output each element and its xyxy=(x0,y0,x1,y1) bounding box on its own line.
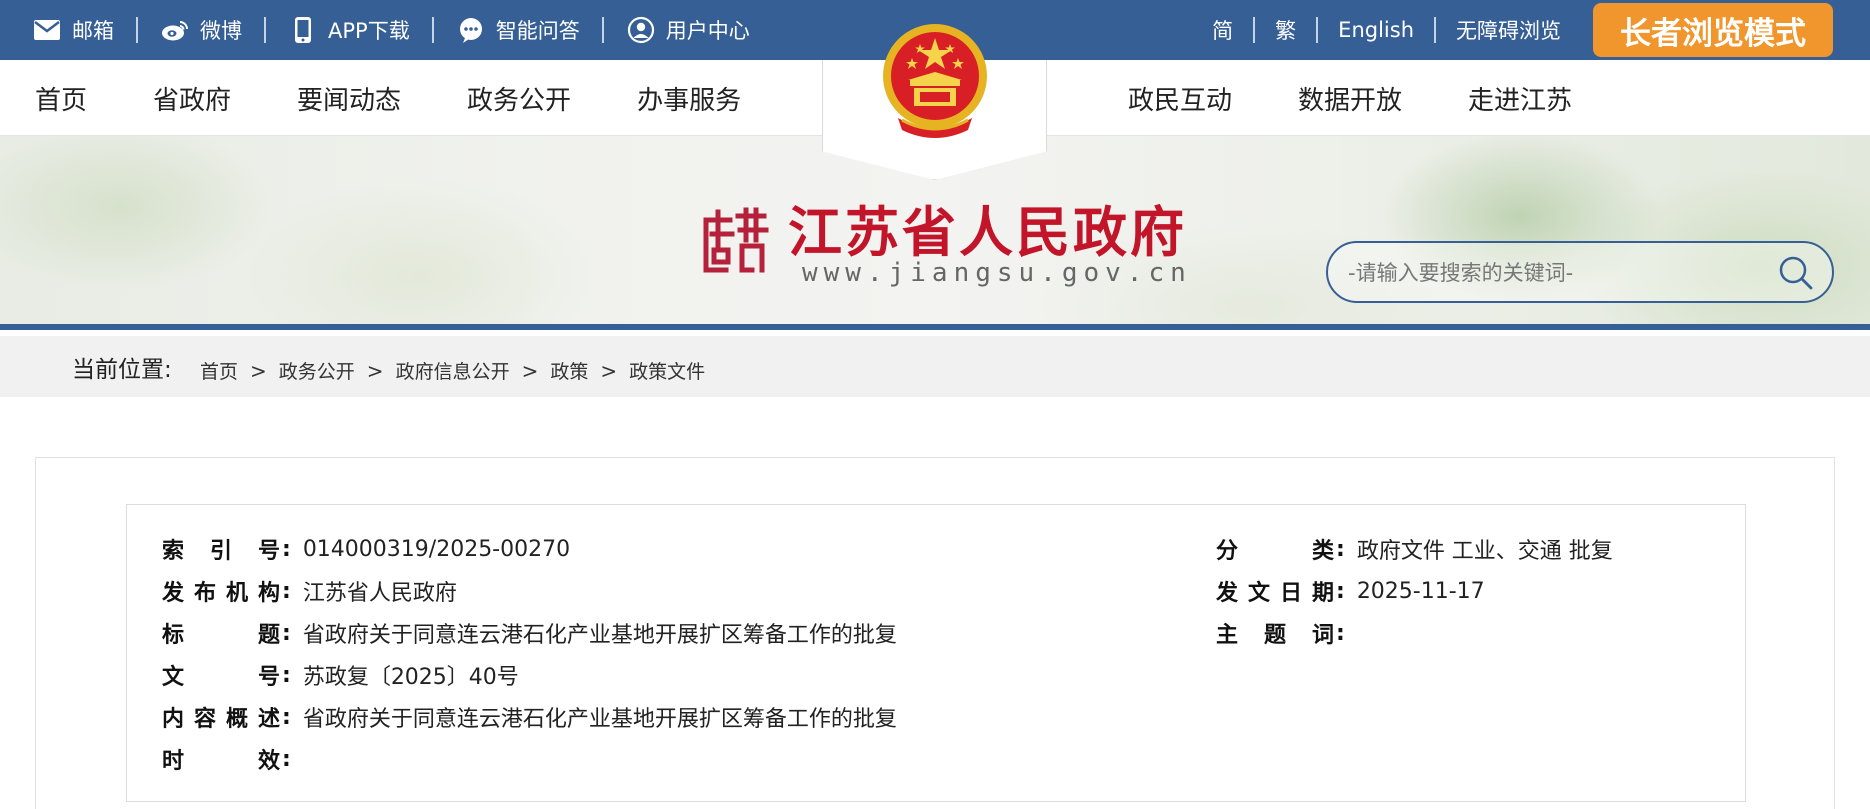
breadcrumb-separator: > xyxy=(250,358,267,383)
app-download-link[interactable]: APP下载 xyxy=(266,15,432,45)
colon: : xyxy=(282,704,291,730)
nav-item-home[interactable]: 首页 xyxy=(35,80,87,117)
keywords-label: 主题词 xyxy=(1216,623,1334,648)
user-icon xyxy=(626,15,656,45)
colon: : xyxy=(282,662,291,688)
divider xyxy=(264,17,266,43)
validity-label: 时效 xyxy=(162,749,280,774)
nav-item-about-jiangsu[interactable]: 走进江苏 xyxy=(1468,80,1572,117)
weibo-link-label: 微博 xyxy=(200,19,242,43)
divider xyxy=(136,17,138,43)
mail-link-label: 邮箱 xyxy=(72,19,114,43)
elder-mode-button[interactable]: 长者浏览模式 xyxy=(1593,3,1833,57)
colon: : xyxy=(282,746,291,772)
info-row-title: 标题: 省政府关于同意连云港石化产业基地开展扩区筹备工作的批复 xyxy=(162,617,897,649)
user-center-link[interactable]: 用户中心 xyxy=(604,15,772,45)
site-title: 江苏省人民政府 xyxy=(788,200,1187,264)
colon: : xyxy=(1336,578,1345,604)
issue-date-label: 发文日期 xyxy=(1216,581,1334,606)
mail-link[interactable]: 邮箱 xyxy=(32,15,136,45)
simplified-chinese-link[interactable]: 简 xyxy=(1192,15,1253,45)
nav-item-interaction[interactable]: 政民互动 xyxy=(1128,80,1232,117)
top-bar-right-links: 简 繁 English 无障碍浏览 长者浏览模式 xyxy=(1192,0,1870,60)
info-row-category: 分类: 政府文件 工业、交通 批复 xyxy=(1216,533,1613,565)
category-label: 分类 xyxy=(1216,539,1334,564)
nav-item-services[interactable]: 办事服务 xyxy=(637,80,741,117)
colon: : xyxy=(282,578,291,604)
jiangsu-seal-logo-icon xyxy=(700,206,770,276)
info-row-publisher: 发布机构: 江苏省人民政府 xyxy=(162,575,457,607)
info-row-keywords: 主题词: xyxy=(1216,617,1357,649)
index-no-value: 014000319/2025-00270 xyxy=(302,536,571,562)
mail-icon xyxy=(32,15,62,45)
phone-icon xyxy=(288,15,318,45)
publisher-value: 江苏省人民政府 xyxy=(302,581,457,606)
summary-value: 省政府关于同意连云港石化产业基地开展扩区筹备工作的批复 xyxy=(302,707,897,732)
national-emblem-icon[interactable] xyxy=(878,22,992,144)
title-value: 省政府关于同意连云港石化产业基地开展扩区筹备工作的批复 xyxy=(302,623,897,648)
doc-no-label: 文号 xyxy=(162,665,280,690)
info-row-validity: 时效: xyxy=(162,743,303,775)
info-row-summary: 内容概述: 省政府关于同意连云港石化产业基地开展扩区筹备工作的批复 xyxy=(162,701,897,733)
info-row-issue-date: 发文日期: 2025-11-17 xyxy=(1216,575,1485,607)
issue-date-value: 2025-11-17 xyxy=(1356,578,1485,604)
top-bar-left-links: 邮箱 微博 APP下载 智能问答 用户中心 xyxy=(32,0,772,60)
divider xyxy=(1253,17,1256,43)
breadcrumb-item-gov-affairs[interactable]: 政务公开 xyxy=(279,357,355,384)
breadcrumb-separator: > xyxy=(521,358,539,383)
breadcrumb-item-policy-docs[interactable]: 政策文件 xyxy=(629,357,705,384)
info-row-index-no: 索引号: 014000319/2025-00270 xyxy=(162,533,570,565)
search-input[interactable] xyxy=(1348,257,1748,289)
index-no-label: 索引号 xyxy=(162,539,280,564)
breadcrumb: 首页 > 政务公开 > 政府信息公开 > 政策 > 政策文件 xyxy=(200,357,705,384)
divider xyxy=(1434,17,1436,43)
breadcrumb-label: 当前位置: xyxy=(72,357,172,383)
site-url: www.jiangsu.gov.cn xyxy=(802,258,1192,288)
breadcrumb-item-info-disclosure[interactable]: 政府信息公开 xyxy=(396,357,510,384)
divider xyxy=(601,17,604,43)
colon: : xyxy=(282,620,291,646)
info-row-doc-no: 文号: 苏政复〔2025〕40号 xyxy=(162,659,519,691)
colon: : xyxy=(1336,620,1345,646)
smart-qa-link[interactable]: 智能问答 xyxy=(434,15,602,45)
breadcrumb-separator: > xyxy=(366,358,384,383)
weibo-link[interactable]: 微博 xyxy=(138,15,264,45)
chat-icon xyxy=(456,15,486,45)
divider xyxy=(1316,17,1319,43)
nav-item-gov-affairs[interactable]: 政务公开 xyxy=(467,80,571,117)
title-label: 标题 xyxy=(162,623,280,648)
nav-item-open-data[interactable]: 数据开放 xyxy=(1298,80,1402,117)
summary-label: 内容概述 xyxy=(162,707,280,732)
smart-qa-label: 智能问答 xyxy=(495,19,580,43)
main-nav-right: 政民互动 数据开放 走进江苏 xyxy=(1128,60,1638,136)
search-icon[interactable] xyxy=(1778,255,1814,291)
weibo-icon xyxy=(160,15,190,45)
breadcrumb-item-policy[interactable]: 政策 xyxy=(550,357,588,384)
doc-no-value: 苏政复〔2025〕40号 xyxy=(302,665,519,690)
colon: : xyxy=(1336,536,1345,562)
colon: : xyxy=(282,536,291,562)
divider xyxy=(431,17,434,43)
breadcrumb-separator: > xyxy=(600,358,618,383)
publisher-label: 发布机构 xyxy=(162,581,280,606)
category-value: 政府文件 工业、交通 批复 xyxy=(1356,539,1613,564)
breadcrumb-item-home[interactable]: 首页 xyxy=(200,357,238,384)
accessibility-link[interactable]: 无障碍浏览 xyxy=(1436,15,1581,45)
user-center-label: 用户中心 xyxy=(665,19,750,43)
nav-item-provincial-gov[interactable]: 省政府 xyxy=(153,80,231,117)
traditional-chinese-link[interactable]: 繁 xyxy=(1255,15,1316,45)
main-nav-left: 首页 省政府 要闻动态 政务公开 办事服务 xyxy=(35,60,807,136)
app-download-label: APP下载 xyxy=(328,19,410,43)
search-box xyxy=(1326,241,1834,303)
english-link[interactable]: English xyxy=(1318,18,1434,42)
nav-item-news[interactable]: 要闻动态 xyxy=(297,80,401,117)
